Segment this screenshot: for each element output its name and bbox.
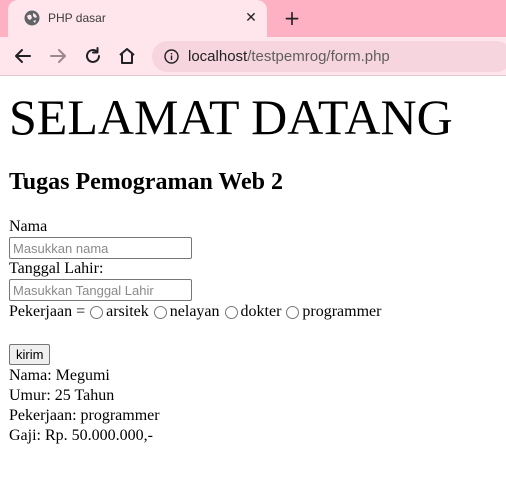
back-arrow-icon[interactable] [12,45,34,67]
url-text: localhost/testpemrog/form.php [188,48,390,65]
option-arsitek: arsitek [106,303,149,320]
nama-label: Nama [9,218,48,235]
home-icon[interactable] [116,45,138,67]
radio-nelayan[interactable] [153,305,167,319]
tanggal-lahir-input[interactable] [9,279,192,301]
pekerjaan-row: Pekerjaan = arsitek nelayan dokter progr… [9,303,381,321]
tab-strip: PHP dasar ✕ + [0,0,506,37]
kirim-button[interactable]: kirim [9,344,51,365]
radio-arsitek[interactable] [90,305,104,319]
option-programmer: programmer [302,303,382,320]
url-host: localhost [188,48,248,65]
globe-icon [24,10,40,26]
radio-dokter[interactable] [224,305,238,319]
option-nelayan: nelayan [169,303,220,320]
page-subtitle: Tugas Pemograman Web 2 [9,169,284,195]
radio-programmer[interactable] [286,305,300,319]
tanggal-lahir-label: Tanggal Lahir: [9,260,104,277]
browser-toolbar: localhost/testpemrog/form.php [0,37,506,76]
forward-arrow-icon[interactable] [47,45,69,67]
reload-icon[interactable] [82,45,104,67]
address-bar[interactable]: localhost/testpemrog/form.php [152,41,506,72]
result-nama: Nama: Megumi [9,367,110,384]
pekerjaan-label: Pekerjaan = [9,303,86,320]
browser-tab[interactable]: PHP dasar ✕ [8,0,267,37]
result-gaji: Gaji: Rp. 50.000.000,- [9,427,153,444]
page-title: SELAMAT DATANG [9,89,453,145]
tab-title: PHP dasar [48,11,106,25]
option-dokter: dokter [240,303,282,320]
result-umur: Umur: 25 Tahun [9,387,115,404]
close-tab-icon[interactable]: ✕ [242,9,260,27]
url-path: /testpemrog/form.php [247,48,390,65]
new-tab-icon[interactable]: + [282,8,302,28]
nama-input[interactable] [9,237,192,259]
site-info-icon[interactable] [164,49,179,64]
result-pekerjaan: Pekerjaan: programmer [9,407,160,424]
